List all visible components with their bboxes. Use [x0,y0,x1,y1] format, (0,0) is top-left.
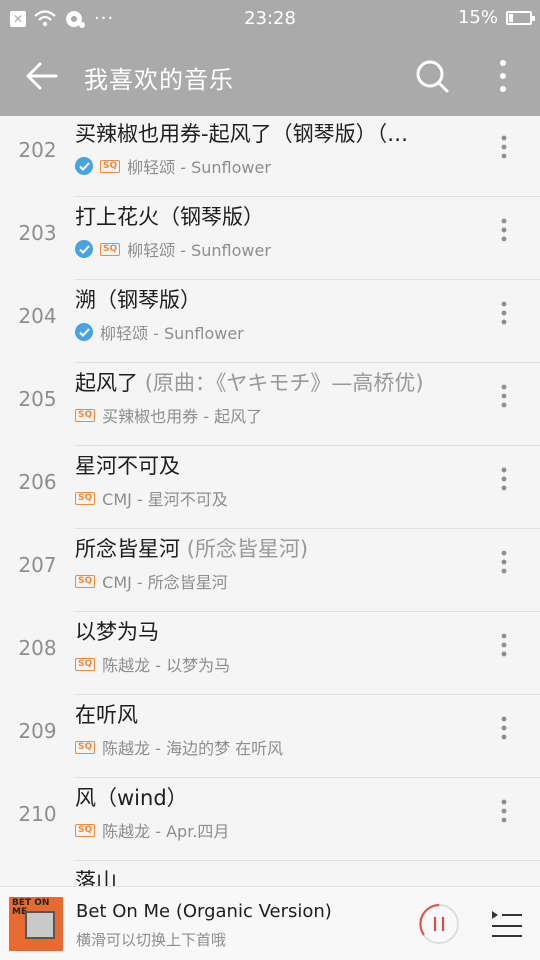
back-arrow-icon[interactable] [24,58,60,94]
song-number: 202 [18,138,57,162]
sq-quality-badge: SQ [75,657,96,671]
song-number: 206 [18,470,57,494]
song-meta: SQ 陈越龙 - 以梦为马 [75,652,230,676]
song-meta: SQ 陈越龙 - Apr.四月 [75,818,229,842]
song-more-icon[interactable] [492,632,516,658]
song-row[interactable]: 206 星河不可及 SQ CMJ - 星河不可及 [0,446,540,529]
song-row[interactable]: 207 所念皆星河 (所念皆星河) SQ CMJ - 所念皆星河 [0,529,540,612]
song-more-icon[interactable] [492,715,516,741]
song-meta: SQ 买辣椒也用券 - 起风了 [75,403,262,427]
now-playing-title: Bet On Me (Organic Version) [76,901,332,922]
top-bar: 我喜欢的音乐 [0,38,540,116]
song-title: 风（wind） [75,786,188,810]
playlist-icon[interactable] [488,907,524,941]
song-title: 打上花火（钢琴版） [75,205,264,229]
sq-quality-badge: SQ [100,159,121,173]
mini-player[interactable]: BET ON ME Bet On Me (Organic Version) 横滑… [0,886,540,960]
search-icon[interactable] [414,58,450,94]
song-number: 203 [18,221,57,245]
song-more-icon[interactable] [492,134,516,160]
song-more-icon[interactable] [492,217,516,243]
song-artist-album: 陈越龙 - 以梦为马 [102,656,231,675]
downloaded-check-icon [75,323,93,341]
song-number: 208 [18,636,57,660]
song-row[interactable]: 208 以梦为马 SQ 陈越龙 - 以梦为马 [0,612,540,695]
downloaded-check-icon [75,240,93,258]
song-artist-album: 陈越龙 - 海边的梦 在听风 [102,739,284,758]
song-row[interactable]: 202 买辣椒也用券-起风了（钢琴版）（… SQ 柳轻颂 - Sunflower [0,116,540,197]
song-row[interactable]: 204 溯（钢琴版） 柳轻颂 - Sunflower [0,280,540,363]
song-row[interactable]: 205 起风了 (原曲：《ヤキモチ》—高桥优) SQ 买辣椒也用券 - 起风了 [0,363,540,446]
song-artist-album: 柳轻颂 - Sunflower [100,324,244,343]
pause-button[interactable] [418,903,460,945]
song-number: 209 [18,719,57,743]
song-more-icon[interactable] [492,798,516,824]
song-list: 202 买辣椒也用券-起风了（钢琴版）（… SQ 柳轻颂 - Sunflower 203… [0,116,540,886]
sq-quality-badge: SQ [75,823,96,837]
song-meta: SQ 陈越龙 - 海边的梦 在听风 [75,735,283,759]
song-number: 210 [18,802,57,826]
song-more-icon[interactable] [492,300,516,326]
status-right: 15% [457,7,535,28]
song-row[interactable]: 落山 [0,861,540,886]
song-title: 溯（钢琴版） [75,288,201,312]
song-row[interactable]: 203 打上花火（钢琴版） SQ 柳轻颂 - Sunflower [0,197,540,280]
song-meta: SQ CMJ - 星河不可及 [75,486,228,510]
song-title: 起风了 (原曲：《ヤキモチ》—高桥优) [75,371,424,395]
song-title-alias: (所念皆星河) [186,537,309,561]
song-artist-album: 买辣椒也用券 - 起风了 [102,407,263,426]
song-meta: SQ CMJ - 所念皆星河 [75,569,228,593]
song-artist-album: 柳轻颂 - Sunflower [127,158,271,177]
song-row[interactable]: 209 在听风 SQ 陈越龙 - 海边的梦 在听风 [0,695,540,778]
page-title: 我喜欢的音乐 [84,66,234,94]
song-artist-album: 柳轻颂 - Sunflower [127,241,271,260]
song-meta: 柳轻颂 - Sunflower [75,320,244,344]
battery-percent: 15% [457,7,498,28]
song-artist-album: 陈越龙 - Apr.四月 [102,822,230,841]
song-more-icon[interactable] [492,549,516,575]
song-title-alias: (原曲：《ヤキモチ》—高桥优) [144,371,424,395]
song-number: 204 [18,304,57,328]
more-options-icon[interactable] [490,58,516,94]
song-number: 205 [18,387,57,411]
song-artist-album: CMJ - 星河不可及 [102,490,228,509]
sq-quality-badge: SQ [75,740,96,754]
song-row[interactable]: 210 风（wind） SQ 陈越龙 - Apr.四月 [0,778,540,861]
sq-quality-badge: SQ [75,408,96,422]
now-playing-hint: 横滑可以切换上下首哦 [76,931,227,949]
sq-quality-badge: SQ [75,491,96,505]
sq-quality-badge: SQ [75,574,96,588]
song-title: 落山 [75,869,117,886]
song-title: 星河不可及 [75,454,180,478]
song-more-icon[interactable] [492,383,516,409]
song-title: 所念皆星河 (所念皆星河) [75,537,309,561]
status-bar: ✕ ··· 23:28 15% [0,0,540,38]
song-title: 买辣椒也用券-起风了（钢琴版）（… [75,122,409,146]
song-more-icon[interactable] [492,466,516,492]
song-meta: SQ 柳轻颂 - Sunflower [75,237,271,261]
song-title: 在听风 [75,703,138,727]
downloaded-check-icon [75,157,93,175]
album-cover[interactable]: BET ON ME [9,897,63,951]
battery-icon [506,10,535,25]
song-artist-album: CMJ - 所念皆星河 [102,573,228,592]
song-meta: SQ 柳轻颂 - Sunflower [75,154,271,178]
song-title: 以梦为马 [75,620,159,644]
sq-quality-badge: SQ [100,242,121,256]
song-number: 207 [18,553,57,577]
